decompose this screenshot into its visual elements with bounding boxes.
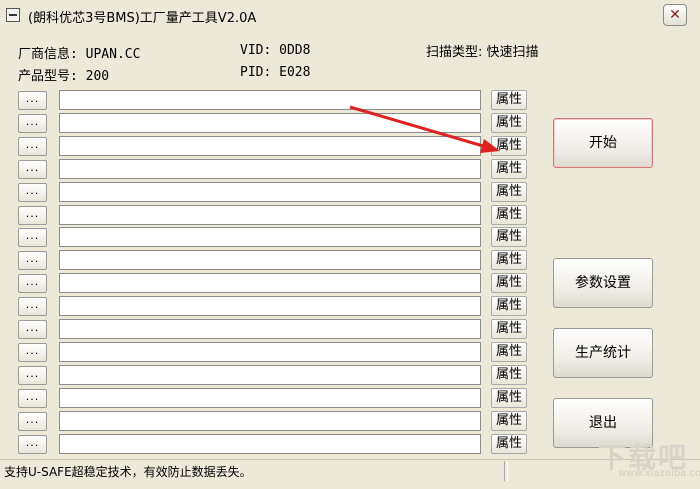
watermark-url: www.xiazaiba.com	[618, 468, 700, 479]
status-divider	[504, 461, 508, 481]
red-arrow-annotation	[349, 105, 500, 153]
status-text: 支持U-SAFE超稳定技术，有效防止数据丢失。	[4, 465, 252, 479]
